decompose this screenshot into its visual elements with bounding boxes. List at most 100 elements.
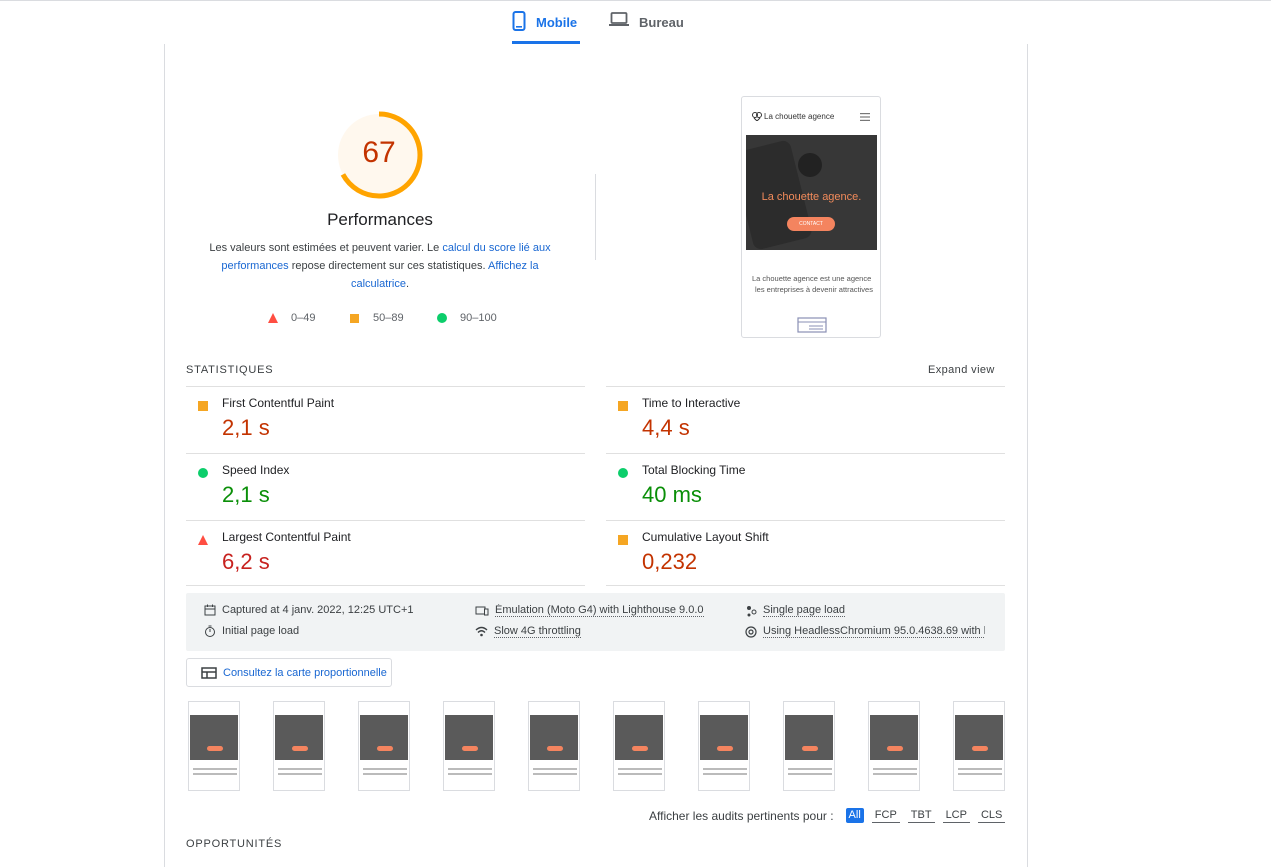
metric-total-blocking-time: Total Blocking Time 40 ms <box>606 453 1005 520</box>
metric-value: 2,1 s <box>222 415 270 440</box>
frame-hero <box>530 715 578 760</box>
session-icon <box>747 605 757 616</box>
frame-cta <box>717 746 733 751</box>
screenshot-cta: CONTACT <box>787 217 835 231</box>
treemap-icon <box>201 666 217 679</box>
expand-view-button[interactable]: Expand view <box>928 364 995 376</box>
metrics-divider <box>606 585 1005 586</box>
metric-value: 4,4 s <box>642 415 690 440</box>
frame-hero <box>700 715 748 760</box>
frame-text-line <box>788 773 832 775</box>
runtime-settings: Captured at 4 janv. 2022, 12:25 UTC+1 In… <box>186 593 1005 651</box>
frame-cta <box>462 746 478 751</box>
browser-version[interactable]: Using HeadlessChromium 95.0.4638.69 with… <box>745 625 985 638</box>
frame-hero <box>615 715 663 760</box>
description-text: repose directement sur ces statistiques. <box>288 260 489 272</box>
timer-icon <box>205 625 215 637</box>
throttling[interactable]: Slow 4G throttling <box>475 625 581 638</box>
browser-version-text: Using HeadlessChromium 95.0.4638.69 with… <box>763 625 985 638</box>
average-square-icon <box>350 313 359 323</box>
metric-name: Cumulative Layout Shift <box>642 530 769 544</box>
emulation[interactable]: Émulation (Moto G4) with Lighthouse 9.0.… <box>475 604 704 617</box>
audit-filter-label: Afficher les audits pertinents pour : <box>649 808 834 823</box>
screenshot-text-line: La chouette agence est une agence <box>752 274 872 283</box>
initial-page-load: Initial page load <box>204 625 299 637</box>
metric-speed-index: Speed Index 2,1 s <box>186 453 585 520</box>
frame-text-line <box>193 768 237 770</box>
devices-icon <box>475 606 489 615</box>
tab-mobile[interactable]: Mobile <box>512 8 580 44</box>
filmstrip-frame <box>443 701 495 791</box>
final-screenshot[interactable]: La chouette agence La chouette agence. C… <box>741 96 881 338</box>
frame-text-line <box>788 768 832 770</box>
throttling-text: Slow 4G throttling <box>494 625 581 638</box>
tab-desktop-label: Bureau <box>639 15 684 30</box>
audit-filter: Afficher les audits pertinents pour : Al… <box>649 808 1006 823</box>
frame-text-line <box>958 773 1002 775</box>
score-description: Les valeurs sont estimées et peuvent var… <box>205 239 555 293</box>
metrics-divider <box>186 585 585 586</box>
legend-fail-label: 0–49 <box>291 312 316 324</box>
frame-text-line <box>873 768 917 770</box>
session[interactable]: Single page load <box>745 604 845 617</box>
filmstrip-frame <box>783 701 835 791</box>
frame-cta <box>292 746 308 751</box>
vertical-divider <box>595 174 596 260</box>
filmstrip-frame <box>273 701 325 791</box>
frame-cta <box>547 746 563 751</box>
frame-text-line <box>958 768 1002 770</box>
metric-time-to-interactive: Time to Interactive 4,4 s <box>606 386 1005 453</box>
filmstrip-frame <box>868 701 920 791</box>
filter-chip-lcp[interactable]: LCP <box>942 808 970 823</box>
filter-chip-fcp[interactable]: FCP <box>871 808 900 823</box>
filmstrip-frame <box>528 701 580 791</box>
filter-chip-tbt[interactable]: TBT <box>907 808 935 823</box>
tab-desktop[interactable]: Bureau <box>609 8 689 44</box>
frame-text-line <box>618 773 662 775</box>
screenshot-brand: La chouette agence <box>764 111 835 121</box>
browser-window-icon <box>797 317 827 333</box>
average-square-icon <box>618 535 628 545</box>
opportunities-title: OPPORTUNITÉS <box>186 838 283 850</box>
frame-text-line <box>533 768 577 770</box>
frame-text-line <box>448 768 492 770</box>
captured-at: Captured at 4 janv. 2022, 12:25 UTC+1 <box>204 604 414 616</box>
screenshot-hero: La chouette agence. CONTACT <box>746 135 877 250</box>
screenshot-text: La chouette agence est une agence les en… <box>752 273 880 295</box>
tab-mobile-label: Mobile <box>536 15 578 30</box>
frame-cta <box>802 746 818 751</box>
screenshot-hero-title: La chouette agence. <box>761 191 862 203</box>
screenshot-header: La chouette agence <box>752 111 834 121</box>
laptop-icon <box>609 12 629 26</box>
pass-circle-icon <box>437 313 447 323</box>
metric-first-contentful-paint: First Contentful Paint 2,1 s <box>186 386 585 453</box>
metric-value: 40 ms <box>642 482 702 507</box>
treemap-button[interactable]: Consultez la carte proportionnelle <box>186 658 392 687</box>
frame-cta <box>972 746 988 751</box>
metric-value: 6,2 s <box>222 549 270 574</box>
description-text: . <box>405 278 410 290</box>
owl-badge-icon <box>798 153 822 177</box>
frame-hero <box>870 715 918 760</box>
emulation-text: Émulation (Moto G4) with Lighthouse 9.0.… <box>495 604 704 617</box>
average-square-icon <box>198 401 208 411</box>
frame-text-line <box>873 773 917 775</box>
legend-fail: 0–49 <box>268 312 315 324</box>
frame-text-line <box>278 773 322 775</box>
fail-triangle-icon <box>268 313 278 323</box>
frame-cta <box>887 746 903 751</box>
calendar-icon <box>204 604 216 616</box>
filter-chip-all[interactable]: All <box>845 808 864 823</box>
metric-value: 2,1 s <box>222 482 270 507</box>
filter-chip-cls[interactable]: CLS <box>977 808 1006 823</box>
frame-cta <box>632 746 648 751</box>
frame-hero <box>445 715 493 760</box>
fail-triangle-icon <box>198 535 208 545</box>
metric-name: Largest Contentful Paint <box>222 530 351 544</box>
metric-name: Total Blocking Time <box>642 463 746 477</box>
filmstrip-frame <box>358 701 410 791</box>
frame-text-line <box>533 773 577 775</box>
frame-cta <box>207 746 223 751</box>
filmstrip-frame <box>188 701 240 791</box>
session-text: Single page load <box>763 604 845 617</box>
